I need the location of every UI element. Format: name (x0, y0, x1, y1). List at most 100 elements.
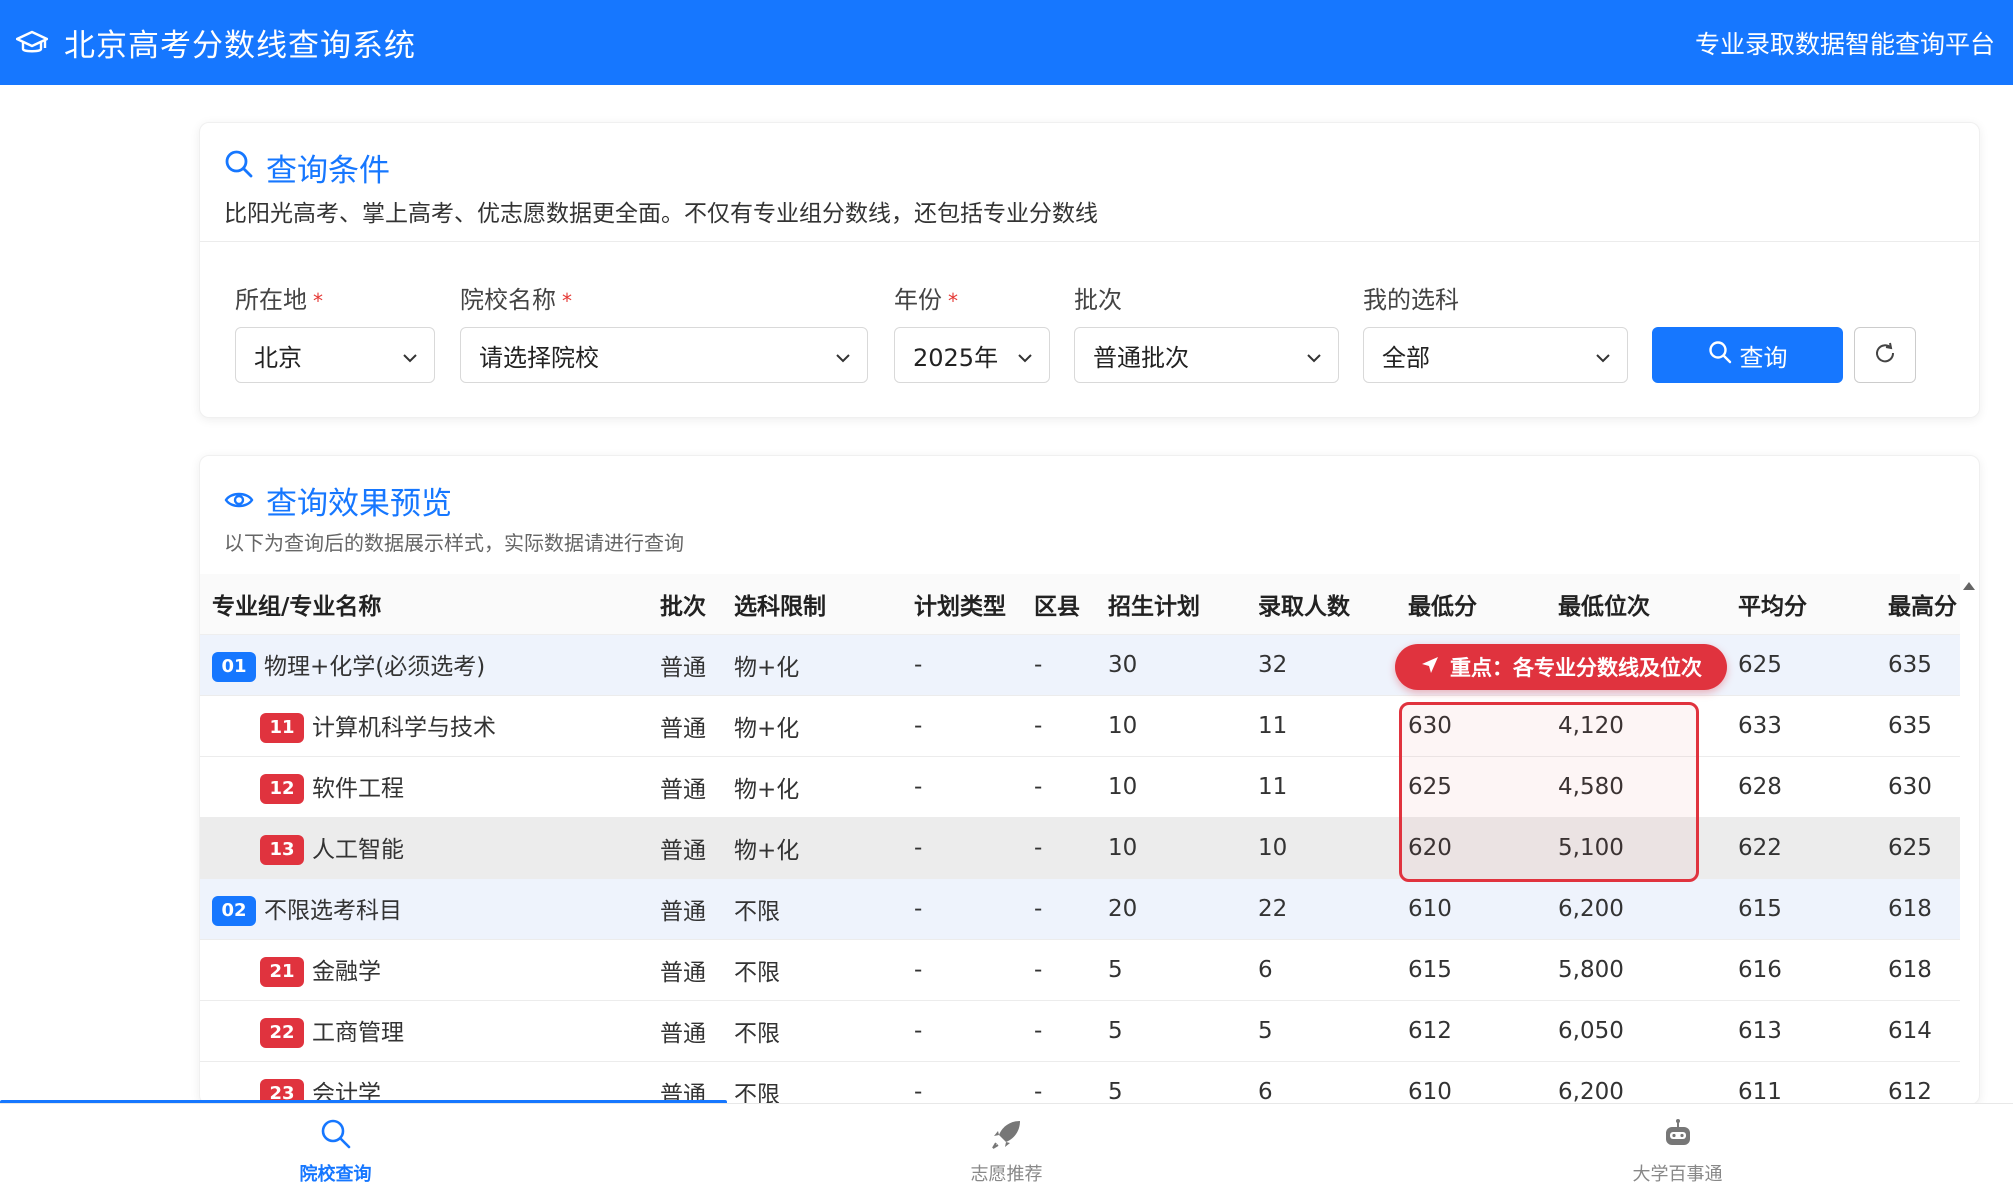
cell-subject: 不限 (722, 1000, 902, 1062)
column-header[interactable]: 区县 (1022, 574, 1096, 635)
row-name: 不限选考科目 (264, 897, 402, 924)
table-row[interactable]: 22 工商管理 普通 不限 - - 5 5 612 6,050 613 614 (200, 1000, 1960, 1062)
preview-title-text: 查询效果预览 (266, 486, 452, 522)
group-code-badge: 02 (212, 896, 256, 927)
callout-text: 重点：各专业分数线及位次 (1450, 656, 1702, 680)
batch-value: 普通批次 (1093, 343, 1189, 372)
cell-max: 612 (1876, 1061, 1960, 1104)
cell-district: - (1022, 1061, 1096, 1104)
cell-max: 618 (1876, 939, 1960, 1001)
rocket-icon (990, 1117, 1024, 1156)
nav-item-school-query[interactable]: 院校查询 (0, 1104, 671, 1199)
eye-icon (224, 483, 254, 519)
cell-plan-type: - (902, 878, 1022, 940)
cell-district: - (1022, 756, 1096, 818)
school-value: 请选择院校 (479, 343, 599, 372)
nav-item-recommend[interactable]: 志愿推荐 (671, 1104, 1342, 1199)
app-title: 北京高考分数线查询系统 (64, 28, 416, 64)
cell-max: 618 (1876, 878, 1960, 940)
cell-avg: 611 (1726, 1061, 1876, 1104)
cell-subject: 不限 (722, 939, 902, 1001)
cell-plan-type: - (902, 756, 1022, 818)
query-button[interactable]: 查询 (1652, 327, 1843, 383)
cell-max: 614 (1876, 1000, 1960, 1062)
column-header[interactable]: 平均分 (1726, 574, 1876, 635)
cell-avg: 628 (1726, 756, 1876, 818)
table-row[interactable]: 12 软件工程 普通 物+化 - - 10 11 625 4,580 628 63… (200, 756, 1960, 818)
row-name: 物理+化学(必须选考) (264, 653, 486, 680)
batch-label: 批次 (1074, 286, 1122, 314)
cell-plan-type: - (902, 695, 1022, 757)
school-select[interactable]: 请选择院校 (460, 327, 868, 383)
cell-avg: 622 (1726, 817, 1876, 879)
cell-batch: 普通 (648, 878, 722, 940)
cell-avg: 616 (1726, 939, 1876, 1001)
column-header[interactable]: 最低位次 (1546, 574, 1726, 635)
required-mark: * (313, 289, 323, 313)
column-header[interactable]: 选科限制 (722, 574, 902, 635)
year-field: 年份 * 2025年 (894, 283, 1050, 383)
column-header[interactable]: 专业组/专业名称 (200, 574, 648, 635)
row-name: 工商管理 (312, 1019, 404, 1046)
top-bar: 北京高考分数线查询系统 专业录取数据智能查询平台 (0, 0, 2013, 85)
table-row[interactable]: 13 人工智能 普通 物+化 - - 10 10 620 5,100 622 62… (200, 817, 1960, 879)
cell-plan-type: - (902, 634, 1022, 696)
cell-min-rank: 6,200 (1546, 1061, 1726, 1104)
cell-batch: 普通 (648, 939, 722, 1001)
column-header[interactable]: 计划类型 (902, 574, 1022, 635)
cell-district: - (1022, 695, 1096, 757)
cell-admitted: 5 (1246, 1000, 1396, 1062)
subject-select[interactable]: 全部 (1363, 327, 1628, 383)
scroll-up-arrow[interactable] (1963, 582, 1975, 590)
cell-subject: 物+化 (722, 695, 902, 757)
row-name: 金融学 (312, 958, 381, 985)
year-select[interactable]: 2025年 (894, 327, 1050, 383)
cell-avg: 615 (1726, 878, 1876, 940)
app-subtitle: 专业录取数据智能查询平台 (1694, 29, 1995, 59)
nav-label: 志愿推荐 (970, 1164, 1043, 1185)
cell-plan: 10 (1096, 756, 1246, 818)
cell-min-rank: 6,200 (1546, 878, 1726, 940)
cell-plan: 5 (1096, 939, 1246, 1001)
table-row[interactable]: 23 会计学 普通 不限 - - 5 6 610 6,200 611 612 (200, 1061, 1960, 1104)
cell-plan-type: - (902, 817, 1022, 879)
column-header[interactable]: 招生计划 (1096, 574, 1246, 635)
nav-item-university-info[interactable]: 大学百事通 (1342, 1104, 2013, 1199)
school-label: 院校名称 (460, 286, 556, 314)
cell-plan: 10 (1096, 817, 1246, 879)
cell-max: 630 (1876, 756, 1960, 818)
required-mark: * (948, 289, 958, 313)
cell-avg: 613 (1726, 1000, 1876, 1062)
cell-max: 635 (1876, 695, 1960, 757)
cell-batch: 普通 (648, 634, 722, 696)
column-header[interactable]: 最高分 (1876, 574, 1960, 635)
reset-button[interactable] (1854, 327, 1916, 383)
cell-min-score: 610 (1396, 1061, 1546, 1104)
cell-admitted: 10 (1246, 817, 1396, 879)
major-code-badge: 21 (260, 957, 304, 988)
major-code-badge: 22 (260, 1018, 304, 1049)
cell-admitted: 6 (1246, 939, 1396, 1001)
column-header[interactable]: 录取人数 (1246, 574, 1396, 635)
chevron-down-icon (1017, 341, 1033, 369)
batch-select[interactable]: 普通批次 (1074, 327, 1339, 383)
cell-min-score: 612 (1396, 1000, 1546, 1062)
search-icon (224, 149, 254, 187)
column-header[interactable]: 最低分 (1396, 574, 1546, 635)
bottom-nav: 院校查询 志愿推荐 大学百事通 (0, 1103, 2013, 1199)
query-title-text: 查询条件 (266, 153, 390, 189)
table-row[interactable]: 11 计算机科学与技术 普通 物+化 - - 10 11 630 4,120 63… (200, 695, 1960, 757)
chevron-down-icon (835, 341, 851, 369)
cell-plan: 20 (1096, 878, 1246, 940)
subject-value: 全部 (1382, 343, 1430, 372)
cell-admitted: 11 (1246, 756, 1396, 818)
cell-subject: 物+化 (722, 817, 902, 879)
cell-max: 635 (1876, 634, 1960, 696)
cell-plan: 30 (1096, 634, 1246, 696)
subject-label: 我的选科 (1363, 286, 1459, 314)
column-header[interactable]: 批次 (648, 574, 722, 635)
table-row[interactable]: 21 金融学 普通 不限 - - 5 6 615 5,800 616 618 (200, 939, 1960, 1001)
location-select[interactable]: 北京 (235, 327, 435, 383)
search-icon (319, 1117, 353, 1156)
table-row-group[interactable]: 02 不限选考科目 普通 不限 - - 20 22 610 6,200 615 6… (200, 878, 1960, 940)
